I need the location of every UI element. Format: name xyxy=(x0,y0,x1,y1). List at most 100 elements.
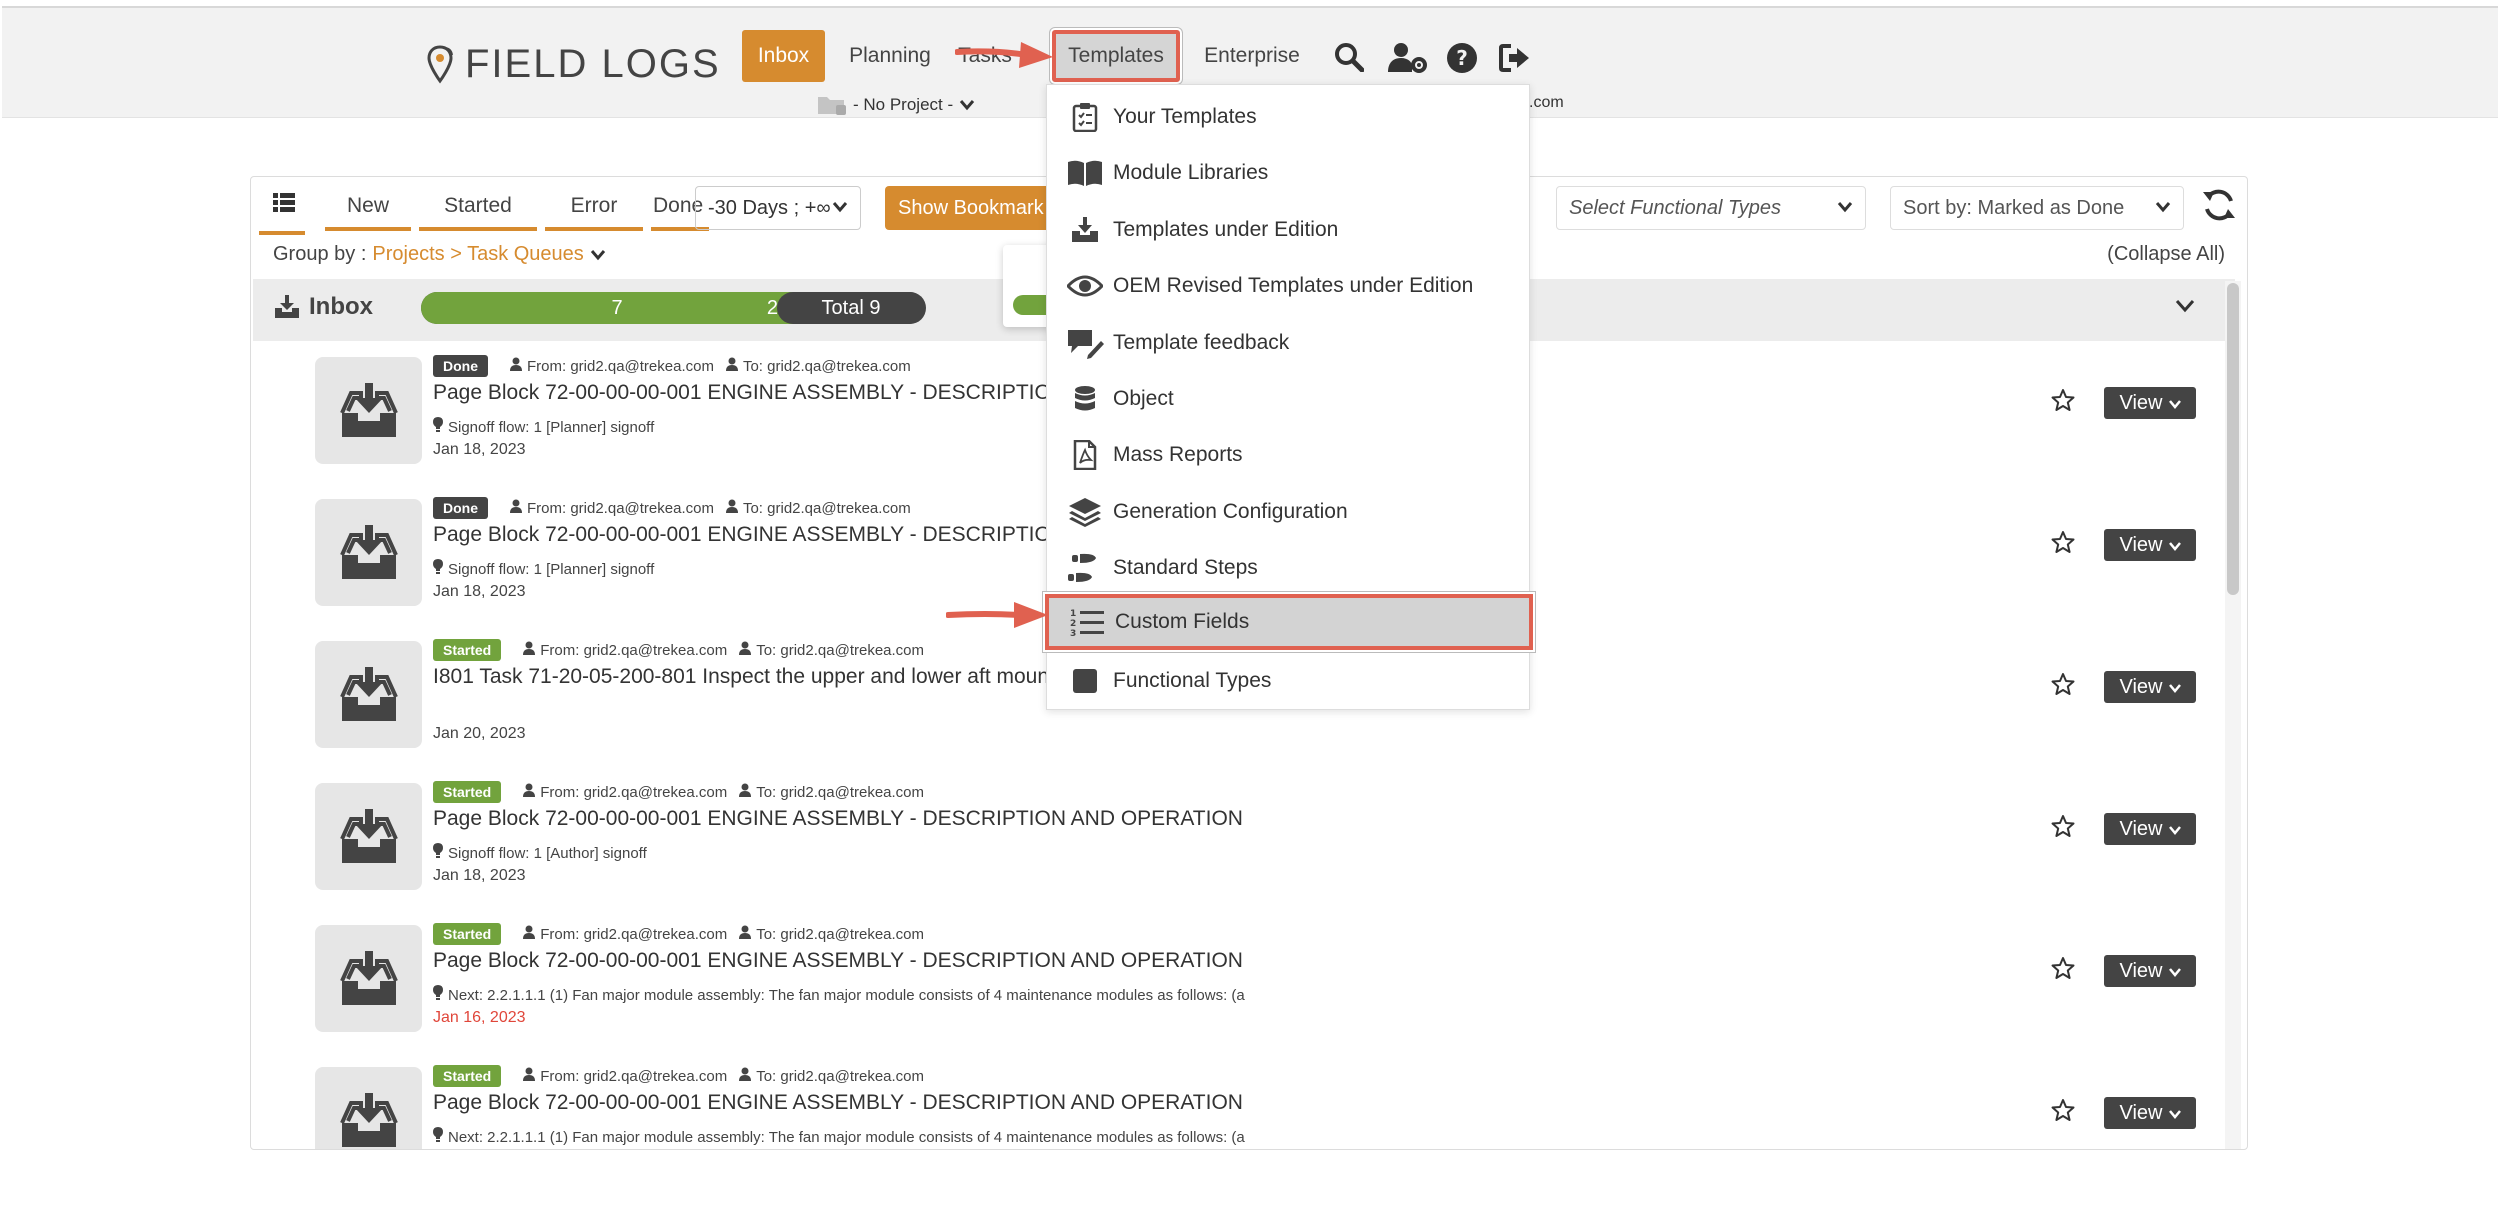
user-settings-icon[interactable] xyxy=(1388,42,1428,74)
templates-menu-item-label: OEM Revised Templates under Edition xyxy=(1113,274,1474,298)
inbox-download-icon xyxy=(315,925,422,1032)
eye-icon xyxy=(1057,274,1113,298)
task-title[interactable]: Page Block 72-00-00-00-001 ENGINE ASSEMB… xyxy=(433,949,1243,973)
view-button-label: View xyxy=(2119,1101,2163,1124)
signoff-flow: Signoff flow: 1 [Planner] signoff xyxy=(433,559,654,579)
book-icon xyxy=(1057,159,1113,187)
row-meta: Started From: grid2.qa@trekea.com To: grid… xyxy=(433,1065,924,1087)
help-icon[interactable]: ? xyxy=(1446,42,1478,74)
row-meta: Started From: grid2.qa@trekea.com To: grid… xyxy=(433,781,924,803)
functional-types-select[interactable]: Select Functional Types xyxy=(1556,186,1866,230)
pdf-file-icon xyxy=(1057,440,1113,471)
star-icon[interactable] xyxy=(2051,530,2075,559)
chevron-down-icon xyxy=(2168,960,2181,983)
star-icon[interactable] xyxy=(2051,388,2075,417)
scrollbar[interactable] xyxy=(2225,281,2241,1149)
from-label: From: grid2.qa@trekea.com xyxy=(540,641,728,659)
show-bookmark-button[interactable]: Show Bookmark xyxy=(885,186,1065,230)
templates-menu-item-your-templates[interactable]: Your Templates xyxy=(1047,89,1531,145)
chevron-down-icon xyxy=(2168,818,2181,841)
chevron-down-icon[interactable] xyxy=(2175,299,2195,313)
templates-menu-item-label: Standard Steps xyxy=(1113,556,1258,580)
group-by-value[interactable]: Projects > Task Queues xyxy=(372,243,583,266)
task-date: Jan 18, 2023 xyxy=(433,583,526,600)
to-field: To: grid2.qa@trekea.com xyxy=(739,783,924,801)
inbox-download-icon xyxy=(315,1067,422,1149)
view-button[interactable]: View xyxy=(2104,955,2196,987)
filter-started[interactable]: Started xyxy=(419,183,537,231)
templates-menu-item-functional-types[interactable]: Functional Types xyxy=(1047,653,1531,709)
project-selector[interactable]: - No Project - xyxy=(817,94,975,116)
sort-select[interactable]: Sort by: Marked as Done xyxy=(1890,186,2184,230)
star-icon[interactable] xyxy=(2051,1098,2075,1127)
task-title[interactable]: Page Block 72-00-00-00-001 ENGINE ASSEMB… xyxy=(433,1091,1243,1115)
total-count-pill: Total 9 xyxy=(777,292,925,324)
group-by[interactable]: Group by : Projects > Task Queues xyxy=(273,243,606,266)
layers-icon xyxy=(1057,497,1113,527)
templates-menu-item-mass-reports[interactable]: Mass Reports xyxy=(1047,427,1531,483)
list-view-icon[interactable] xyxy=(273,192,295,214)
task-title[interactable]: Page Block 72-00-00-00-001 ENGINE ASSEMB… xyxy=(433,523,1066,547)
view-button[interactable]: View xyxy=(2104,671,2196,703)
user-icon xyxy=(739,1067,752,1085)
refresh-icon[interactable] xyxy=(2201,187,2237,223)
status-badge: Done xyxy=(433,355,488,377)
signoff-flow: Signoff flow: 1 [Planner] signoff xyxy=(433,417,654,437)
logo[interactable]: FIELD LOGS xyxy=(427,42,721,87)
chevron-down-icon xyxy=(832,202,848,213)
view-button-label: View xyxy=(2119,675,2163,698)
view-button-label: View xyxy=(2119,817,2163,840)
templates-menu-item-object[interactable]: Object xyxy=(1047,371,1531,427)
templates-menu-item-label: Functional Types xyxy=(1113,669,1272,692)
logout-icon[interactable] xyxy=(1499,44,1531,72)
user-icon xyxy=(739,641,752,659)
task-title[interactable]: Page Block 72-00-00-00-001 ENGINE ASSEMB… xyxy=(433,381,1066,405)
chevron-down-icon xyxy=(960,100,975,111)
search-icon[interactable] xyxy=(1334,42,1364,72)
svg-text:?: ? xyxy=(1456,46,1468,70)
from-field: From: grid2.qa@trekea.com xyxy=(523,783,727,801)
signoff-flow: Next: 2.2.1.1.1 (1) Fan major module ass… xyxy=(433,1127,1245,1147)
templates-menu-item-custom-fields[interactable]: 1 2 3 Custom Fields xyxy=(1045,593,1533,650)
templates-menu-item-oem-revised-templates-under-edition[interactable]: OEM Revised Templates under Edition xyxy=(1047,258,1531,314)
to-field: To: grid2.qa@trekea.com xyxy=(739,925,924,943)
templates-menu-item-module-libraries[interactable]: Module Libraries xyxy=(1047,145,1531,201)
view-button[interactable]: View xyxy=(2104,529,2196,561)
scrollbar-thumb[interactable] xyxy=(2227,283,2239,595)
nav-inbox[interactable]: Inbox xyxy=(742,30,825,82)
templates-menu-item-standard-steps[interactable]: Standard Steps xyxy=(1047,540,1531,596)
task-title[interactable]: Page Block 72-00-00-00-001 ENGINE ASSEMB… xyxy=(433,807,1243,831)
nav-planning[interactable]: Planning xyxy=(842,30,938,82)
view-button-label: View xyxy=(2119,533,2163,556)
task-row[interactable]: Started From: grid2.qa@trekea.com To: grid… xyxy=(251,767,2221,909)
task-date: Jan 18, 2023 xyxy=(433,867,526,884)
row-meta: Started From: grid2.qa@trekea.com To: grid… xyxy=(433,923,924,945)
view-button[interactable]: View xyxy=(2104,813,2196,845)
view-button[interactable]: View xyxy=(2104,1097,2196,1129)
task-title[interactable]: I801 Task 71-20-05-200-801 Inspect the u… xyxy=(433,665,1049,689)
star-icon[interactable] xyxy=(2051,956,2075,985)
templates-menu-item-template-feedback[interactable]: Template feedback xyxy=(1047,315,1531,371)
templates-menu-item-templates-under-edition[interactable]: Templates under Edition xyxy=(1047,202,1531,258)
days-range-select[interactable]: -30 Days ; +∞ xyxy=(695,186,861,230)
to-label: To: grid2.qa@trekea.com xyxy=(756,783,925,801)
inbox-download-icon xyxy=(275,295,299,318)
task-row[interactable]: Started From: grid2.qa@trekea.com To: grid… xyxy=(251,909,2221,1051)
numbered-list-icon: 123 xyxy=(1059,607,1115,637)
to-label: To: grid2.qa@trekea.com xyxy=(756,641,925,659)
filter-new[interactable]: New xyxy=(325,183,411,231)
lightbulb-icon xyxy=(433,1127,443,1147)
nav-templates[interactable]: Templates xyxy=(1052,30,1180,82)
row-meta: Done From: grid2.qa@trekea.com To: grid2.q… xyxy=(433,355,911,377)
annotation-arrow-custom-fields xyxy=(946,602,1048,628)
star-icon[interactable] xyxy=(2051,672,2075,701)
signoff-flow-label: Next: 2.2.1.1.1 (1) Fan major module ass… xyxy=(448,1128,1245,1146)
collapse-all-link[interactable]: (Collapse All) xyxy=(2107,243,2225,266)
star-icon[interactable] xyxy=(2051,814,2075,843)
lightbulb-icon xyxy=(433,417,443,437)
view-button[interactable]: View xyxy=(2104,387,2196,419)
task-row[interactable]: Started From: grid2.qa@trekea.com To: grid… xyxy=(251,1051,2221,1149)
nav-enterprise[interactable]: Enterprise xyxy=(1197,30,1307,82)
filter-error-label: Error xyxy=(570,194,618,217)
templates-menu-item-generation-configuration[interactable]: Generation Configuration xyxy=(1047,484,1531,540)
